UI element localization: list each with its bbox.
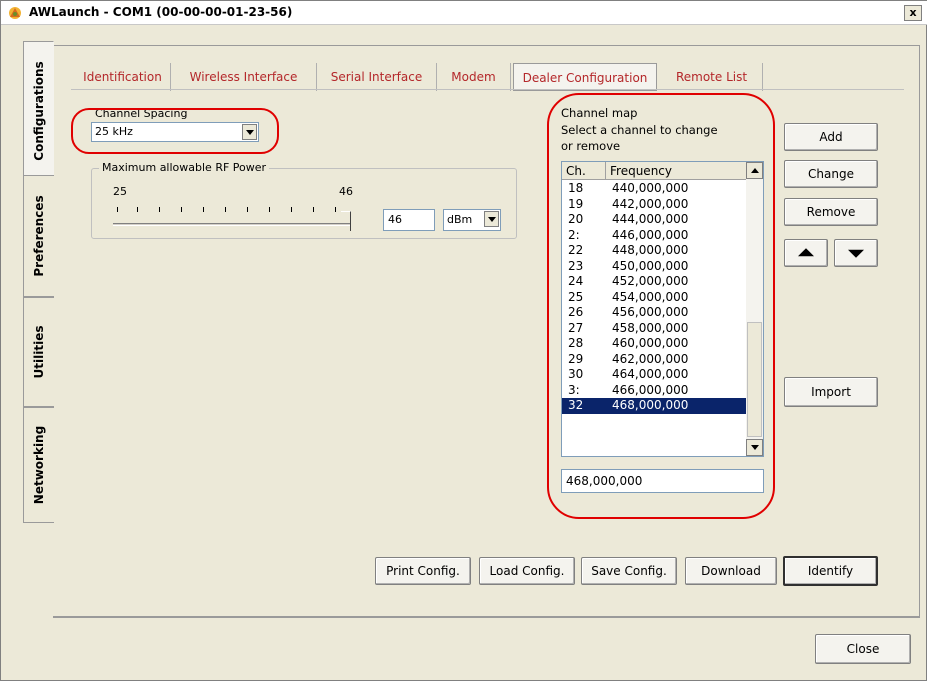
- change-button[interactable]: Change: [784, 160, 878, 188]
- rf-power-slider-thumb[interactable]: [341, 211, 351, 231]
- rf-power-slider-track[interactable]: [113, 223, 351, 226]
- load-config-button[interactable]: Load Config.: [479, 557, 575, 585]
- side-tab-label: Networking: [32, 425, 46, 505]
- move-down-button[interactable]: [834, 239, 878, 267]
- move-up-button[interactable]: [784, 239, 828, 267]
- remove-button[interactable]: Remove: [784, 198, 878, 226]
- close-button[interactable]: Close: [815, 634, 911, 664]
- tab-wireless-interface[interactable]: Wireless Interface: [171, 63, 317, 91]
- side-tab-utilities[interactable]: Utilities: [23, 297, 54, 407]
- side-tab-configurations[interactable]: Configurations: [23, 41, 54, 181]
- tab-serial-interface[interactable]: Serial Interface: [317, 63, 437, 91]
- side-tab-label: Configurations: [31, 61, 46, 161]
- highlight-oval-channel-map: [547, 93, 775, 519]
- side-tab-networking[interactable]: Networking: [23, 407, 54, 523]
- download-button[interactable]: Download: [685, 557, 777, 585]
- arrow-up-icon: [798, 248, 814, 257]
- identify-button[interactable]: Identify: [783, 556, 878, 586]
- rf-power-min-label: 25: [113, 185, 127, 198]
- add-button[interactable]: Add: [784, 123, 878, 151]
- rf-power-input[interactable]: 46: [383, 209, 435, 231]
- side-tab-label: Preferences: [32, 195, 46, 277]
- tab-modem[interactable]: Modem: [437, 63, 511, 91]
- tab-identification[interactable]: Identification: [75, 63, 171, 91]
- window-title: AWLaunch - COM1 (00-00-00-01-23-56): [29, 5, 293, 19]
- chevron-down-icon[interactable]: [484, 211, 499, 227]
- rf-power-unit-value: dBm: [447, 213, 473, 226]
- print-config-button[interactable]: Print Config.: [375, 557, 471, 585]
- side-tab-preferences[interactable]: Preferences: [23, 175, 54, 297]
- highlight-oval-channel-spacing: [71, 108, 279, 154]
- rf-power-unit-select[interactable]: dBm: [443, 209, 501, 231]
- side-tab-label: Utilities: [32, 325, 46, 379]
- tab-dealer-configuration[interactable]: Dealer Configuration: [513, 63, 657, 91]
- tab-remote-list[interactable]: Remote List: [661, 63, 763, 91]
- footer-separator: [53, 617, 920, 618]
- title-bar[interactable]: AWLaunch - COM1 (00-00-00-01-23-56) x: [1, 1, 927, 25]
- app-icon: [9, 7, 21, 19]
- rf-power-max-label: 46: [339, 185, 353, 198]
- arrow-down-icon: [848, 249, 864, 258]
- rf-power-group-title: Maximum allowable RF Power: [99, 161, 270, 174]
- import-button[interactable]: Import: [784, 377, 878, 407]
- save-config-button[interactable]: Save Config.: [581, 557, 677, 585]
- window-close-button[interactable]: x: [904, 5, 922, 21]
- awlaunch-window: AWLaunch - COM1 (00-00-00-01-23-56) x Co…: [0, 0, 927, 681]
